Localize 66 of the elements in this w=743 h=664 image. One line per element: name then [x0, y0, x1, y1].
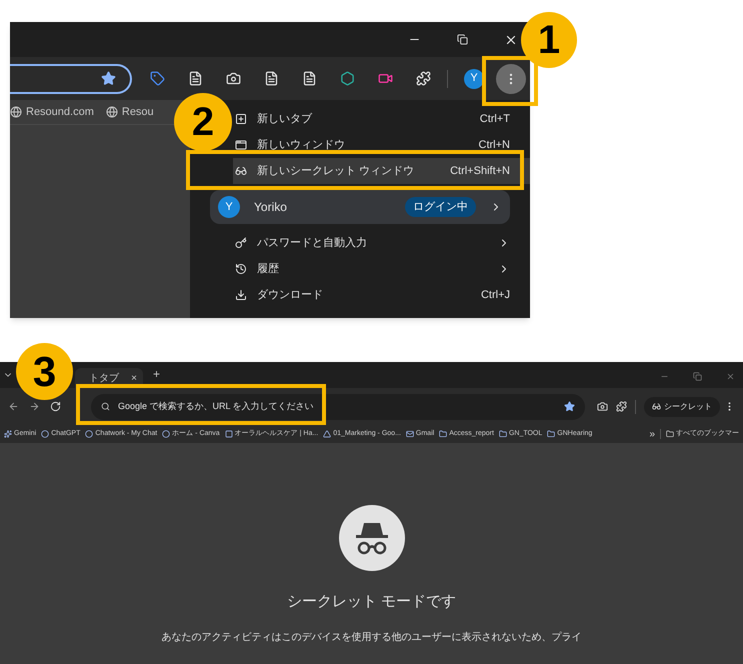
address-bar[interactable] [10, 64, 132, 94]
menu-item-label: ダウンロード [257, 288, 323, 303]
more-bookmarks-button[interactable]: » [649, 426, 655, 442]
menu-item-label: 新しいシークレット ウィンドウ [257, 164, 414, 179]
menu-item-label: 履歴 [257, 262, 279, 277]
step-number-badge: 3 [16, 343, 73, 400]
folder-icon [498, 430, 507, 438]
incognito-chip[interactable]: シークレット [644, 396, 720, 416]
shortcut-text: Ctrl+J [480, 288, 510, 303]
menu-item[interactable]: パスワードと自動入力 [233, 230, 530, 256]
bookmark-item[interactable]: Resou [106, 104, 154, 120]
download-icon [235, 289, 247, 301]
profile-row[interactable]: Y Yoriko ログイン中 [210, 190, 510, 224]
globe-icon [10, 106, 22, 118]
circle-icon [41, 430, 50, 438]
menu-item-label: 新しいタブ [257, 112, 312, 127]
menu-item[interactable]: 新しいタブ Ctrl+T [233, 106, 530, 132]
menu-button[interactable] [496, 64, 526, 94]
profile-name: Yoriko [254, 199, 287, 216]
incognito-icon [652, 402, 661, 411]
menu-item-label: 新しいウィンドウ [257, 138, 345, 153]
new-tab-button[interactable]: + [153, 365, 160, 383]
folder-icon [547, 430, 556, 438]
folder-icon [666, 430, 674, 438]
shortcut-text: Ctrl+N [478, 138, 510, 153]
menu-item[interactable]: 新しいウィンドウ Ctrl+N [233, 132, 530, 158]
incognito-icon [338, 505, 404, 571]
tab-title: トタブ [89, 372, 119, 386]
shortcut-text: Ctrl+T [480, 112, 510, 127]
search-icon [101, 402, 110, 411]
menu-item[interactable]: ダウンロード Ctrl+J [233, 282, 530, 308]
window-icon [235, 139, 247, 151]
sparkle-icon [4, 430, 12, 438]
folder-icon [439, 430, 448, 438]
circle-icon [162, 430, 170, 438]
bookmark-star-icon[interactable] [564, 401, 575, 412]
avatar-icon: Y [218, 196, 240, 218]
step-number-badge: 1 [521, 12, 577, 68]
address-bar[interactable]: Google で検索するか、URL を入力してください [91, 394, 585, 420]
menu-item-label: パスワードと自動入力 [257, 236, 367, 251]
extensions-icon[interactable] [616, 401, 627, 412]
globe-icon [106, 106, 118, 118]
bookmark-star-icon[interactable] [101, 71, 116, 86]
menu-item[interactable]: 新しいシークレット ウィンドウ Ctrl+Shift+N [233, 158, 530, 184]
tab-close-icon[interactable]: × [131, 370, 137, 386]
incognito-description: あなたのアクティビティはこのデバイスを使用する他のユーザーに表示されないため、プライ [162, 630, 582, 644]
extension-icon[interactable] [340, 71, 355, 86]
address-placeholder: Google で検索するか、URL を入力してください [118, 400, 314, 413]
mail-icon [406, 430, 414, 438]
menu-item[interactable]: 履歴 [233, 256, 530, 282]
back-icon[interactable] [8, 401, 19, 412]
shortcut-text: Ctrl+Shift+N [450, 164, 510, 179]
reload-icon[interactable] [50, 401, 61, 412]
restore-icon[interactable] [457, 34, 468, 45]
square-icon [224, 430, 233, 438]
new-tab-icon [235, 113, 247, 125]
circle-icon [85, 430, 94, 438]
triangle-icon [323, 430, 332, 438]
incognito-heading: シークレット モードです [286, 592, 456, 612]
key-icon [235, 237, 247, 249]
bookmark-item[interactable]: Resound.com [10, 104, 94, 120]
avatar-icon[interactable]: Y [464, 68, 484, 88]
history-icon [235, 263, 247, 275]
sign-in-status: ログイン中 [405, 196, 476, 218]
incognito-icon [235, 165, 247, 177]
forward-icon[interactable] [29, 401, 40, 412]
